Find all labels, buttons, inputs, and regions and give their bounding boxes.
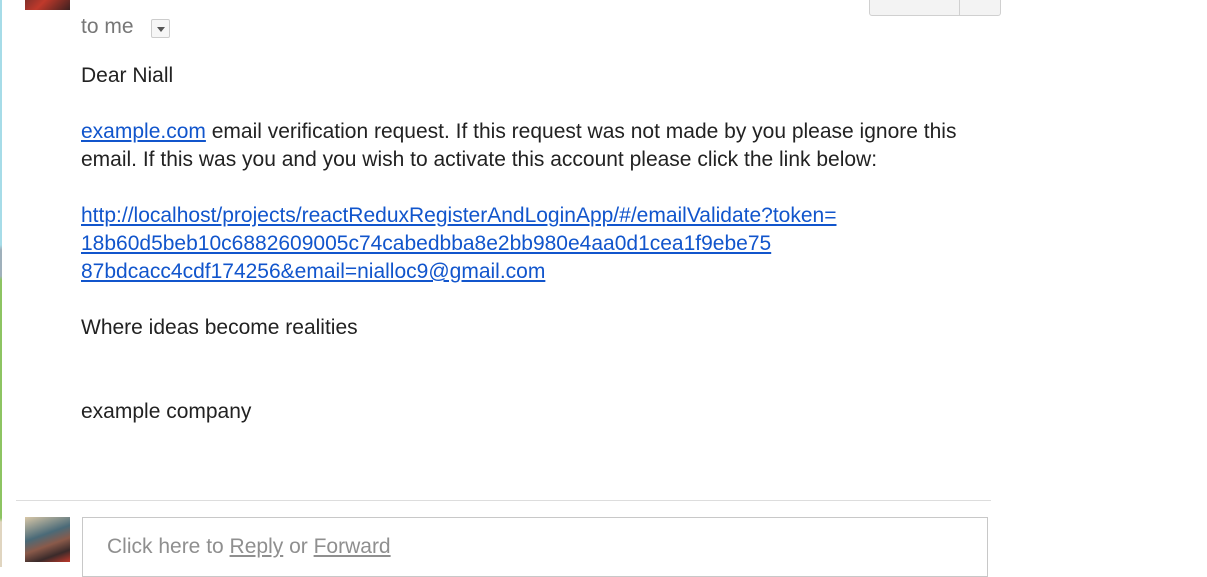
sender-avatar: [25, 0, 70, 10]
divider: [16, 500, 991, 501]
link-line: 87bdcacc4cdf174256&email=nialloc9@gmail.…: [81, 260, 546, 283]
button-separator: [959, 0, 960, 15]
intro-text: email verification request. If this requ…: [81, 120, 957, 171]
reply-prompt: Click here to: [107, 535, 230, 558]
recipient-details-dropdown-icon[interactable]: [151, 19, 170, 38]
tagline: Where ideas become realities: [81, 316, 358, 339]
link-line: 18b60d5beb10c6882609005c74cabedbba8e2bb9…: [81, 232, 772, 255]
verification-link[interactable]: http://localhost/projects/reactReduxRegi…: [81, 204, 837, 283]
example-link[interactable]: example.com: [81, 120, 206, 143]
message-actions[interactable]: [869, 0, 1001, 16]
greeting: Dear Niall: [81, 64, 174, 87]
reply-box[interactable]: Click here to Reply or Forward: [82, 517, 988, 577]
reply-or: or: [283, 535, 314, 558]
forward-link[interactable]: Forward: [314, 535, 391, 558]
email-body: Dear Niall example.com email verificatio…: [81, 62, 981, 426]
window-edge: [0, 0, 2, 567]
link-line: http://localhost/projects/reactReduxRegi…: [81, 204, 837, 227]
reply-link[interactable]: Reply: [230, 535, 284, 558]
signature: example company: [81, 400, 252, 423]
recipient-label: to me: [81, 15, 134, 38]
user-avatar: [25, 517, 70, 562]
